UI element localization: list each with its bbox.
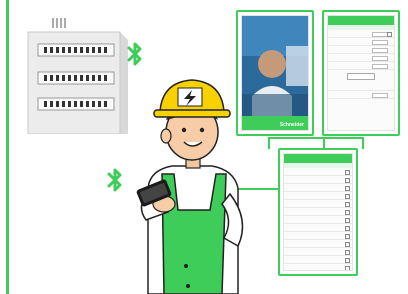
list-row — [284, 184, 352, 192]
brand-text: Schneider — [279, 122, 304, 128]
settings-row — [328, 38, 394, 46]
list-row — [284, 176, 352, 184]
breaker-row-3 — [37, 97, 115, 111]
electrical-panel — [27, 18, 128, 134]
list-row — [284, 208, 352, 216]
list-row — [284, 248, 352, 256]
list-row — [284, 216, 352, 224]
list-row — [284, 232, 352, 240]
list-row — [284, 240, 352, 248]
list-row — [284, 200, 352, 208]
left-border-line — [6, 0, 9, 294]
list-row — [284, 224, 352, 232]
connector-left-vertical — [268, 137, 270, 149]
phone-screen-list — [278, 148, 358, 276]
illustration: Schneider — [0, 0, 408, 294]
list-row — [284, 264, 352, 270]
overall-button — [184, 264, 188, 268]
breaker-row-1 — [37, 43, 115, 57]
settings-row — [328, 30, 394, 38]
connector-right-vertical — [362, 137, 364, 149]
phone-screen-settings — [322, 10, 400, 136]
breaker-row-2 — [37, 71, 115, 85]
photo-illustration — [242, 16, 308, 120]
settings-row — [328, 62, 394, 70]
phone-screen-photo: Schneider — [236, 10, 314, 136]
list-row — [284, 168, 352, 176]
app-header-bar — [328, 16, 394, 25]
overall-button — [186, 284, 190, 288]
list-row — [284, 256, 352, 264]
bluetooth-icon — [107, 168, 122, 192]
bluetooth-icon — [127, 42, 142, 66]
settings-row — [328, 83, 394, 91]
app-header-bar — [284, 154, 352, 163]
settings-button — [347, 73, 375, 80]
settings-row — [328, 91, 394, 99]
list-row — [284, 192, 352, 200]
settings-row — [328, 54, 394, 62]
connector-top-horizontal — [268, 137, 364, 139]
settings-row — [328, 46, 394, 54]
handheld-phone — [136, 179, 172, 207]
